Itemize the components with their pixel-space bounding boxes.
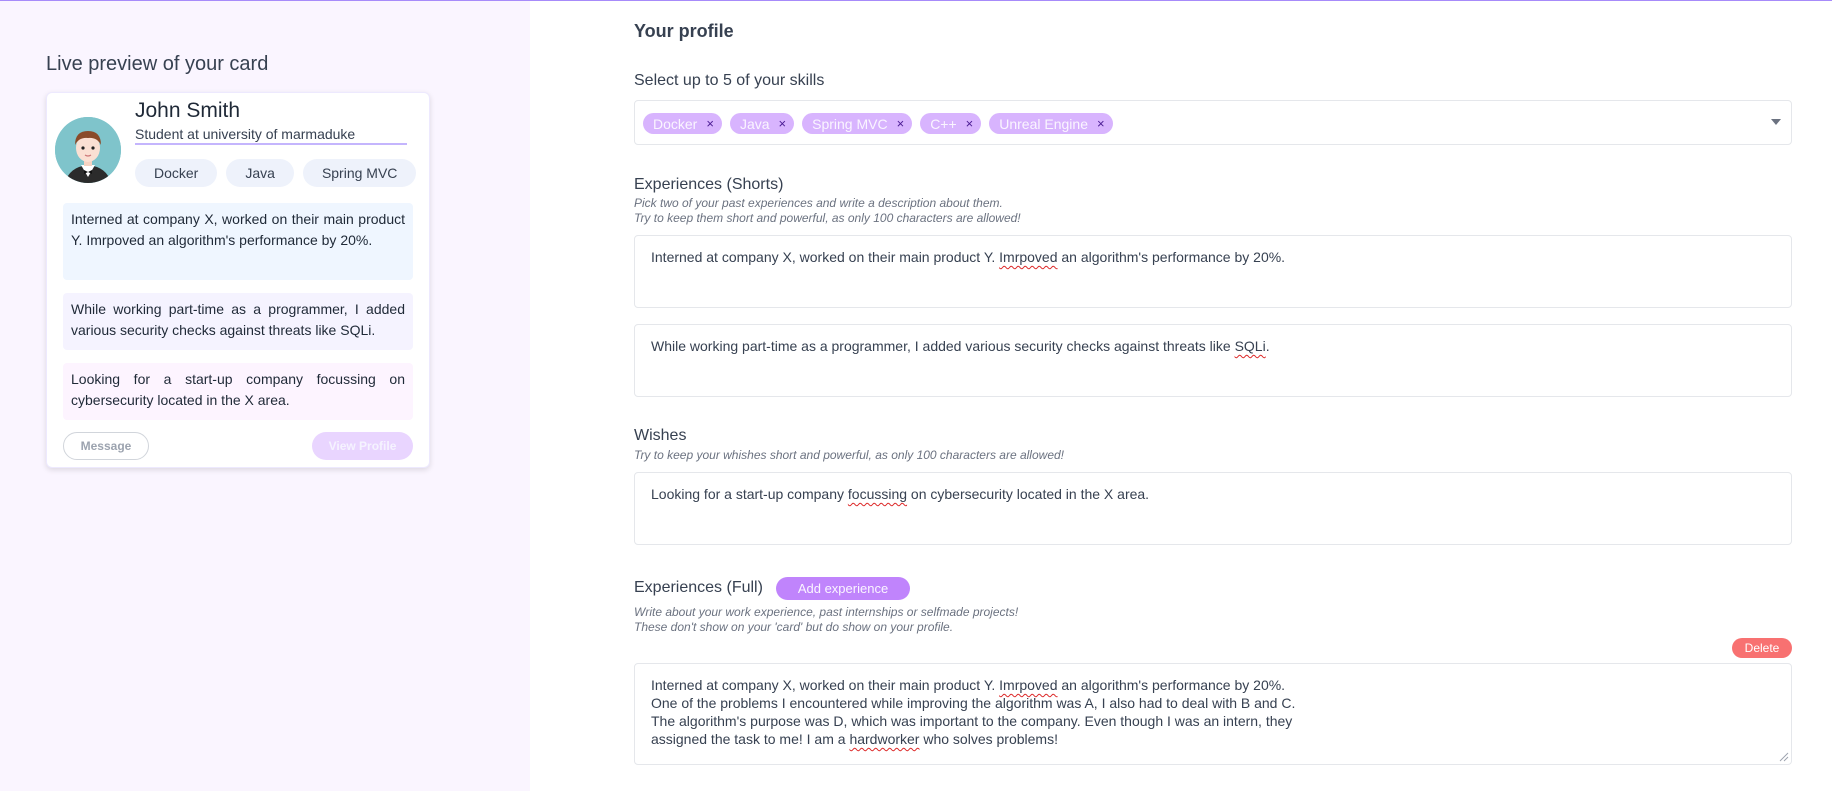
- text-segment: Interned at company X, worked on their m…: [651, 677, 1000, 693]
- skill-tag-docker: Docker ×: [643, 113, 722, 134]
- remove-skill-icon[interactable]: ×: [703, 116, 717, 131]
- avatar: [55, 117, 121, 183]
- shorts-label: Experiences (Shorts): [634, 176, 784, 193]
- card-tagline: Student at university of marmaduke: [135, 123, 407, 145]
- card-experience-2: While working part-time as a programmer,…: [63, 293, 413, 350]
- chevron-down-icon[interactable]: [1771, 119, 1781, 125]
- resize-handle-icon[interactable]: [1777, 750, 1789, 762]
- wishes-textarea[interactable]: Looking for a start-up company focussing…: [634, 472, 1792, 545]
- text-segment: Interned at company X, worked on their m…: [651, 249, 1000, 265]
- preview-title: Live preview of your card: [46, 53, 269, 75]
- misspelled-word: Imrpoved: [999, 249, 1058, 265]
- misspelled-word: focussing: [847, 486, 908, 502]
- full-hint-2: These don't show on your 'card' but do s…: [634, 620, 954, 634]
- wishes-label: Wishes: [634, 427, 687, 444]
- skill-tag-java: Java ×: [729, 113, 795, 134]
- text-segment: .: [1265, 338, 1270, 354]
- text-line: One of the problems I encountered while …: [651, 695, 1296, 711]
- misspelled-word: Imrpoved: [999, 677, 1058, 693]
- skills-multiselect[interactable]: Docker × Java × Spring MVC × C++ × Unrea…: [634, 100, 1792, 145]
- full-experiences-label: Experiences (Full): [634, 579, 763, 596]
- text-line: The algorithm's purpose was D, which was…: [651, 713, 1293, 729]
- add-experience-button[interactable]: Add experience: [776, 577, 910, 600]
- remove-skill-icon[interactable]: ×: [894, 116, 908, 131]
- skill-tag-label: Java: [739, 115, 770, 132]
- full-experience-textarea[interactable]: Interned at company X, worked on their m…: [634, 663, 1792, 765]
- message-button[interactable]: Message: [63, 432, 149, 460]
- skill-tag-label: Docker: [653, 115, 698, 132]
- skill-tag-cpp: C++ ×: [920, 113, 982, 134]
- text-segment: who solves problems!: [919, 731, 1058, 747]
- skill-tag-spring-mvc: Spring MVC ×: [802, 113, 913, 134]
- profile-card: John Smith Student at university of marm…: [46, 92, 430, 468]
- card-skill-chips: Docker Java Spring MVC: [135, 159, 417, 187]
- delete-experience-button[interactable]: Delete: [1732, 638, 1792, 658]
- full-hint-1: Write about your work experience, past i…: [634, 605, 1019, 619]
- skill-tag-label: Unreal Engine: [999, 115, 1088, 132]
- card-skill-chip: Java: [226, 159, 294, 187]
- remove-skill-icon[interactable]: ×: [776, 116, 790, 131]
- text-segment: an algorithm's performance by 20%.: [1057, 249, 1286, 265]
- text-line: assigned the task to me! I am a hardwork…: [651, 730, 1775, 748]
- misspelled-word: hardworker: [849, 731, 920, 747]
- text-segment: Looking for a start-up company: [651, 486, 848, 502]
- preview-panel: Live preview of your card John Smith Stu…: [0, 1, 530, 791]
- card-skill-chip: Spring MVC: [302, 159, 417, 187]
- card-wish: Looking for a start-up company focussing…: [63, 363, 413, 420]
- selected-skills: Docker × Java × Spring MVC × C++ × Unrea…: [643, 113, 1113, 134]
- card-skill-chip: Docker: [135, 159, 218, 187]
- wishes-hint: Try to keep your whishes short and power…: [634, 448, 1064, 462]
- page-title: Your profile: [634, 21, 734, 41]
- card-experience-1: Interned at company X, worked on their m…: [63, 203, 413, 280]
- skills-label: Select up to 5 of your skills: [634, 72, 825, 89]
- card-name: John Smith: [135, 99, 241, 122]
- shorts-hint-1: Pick two of your past experiences and wr…: [634, 196, 1003, 210]
- avatar-illustration-icon: [55, 117, 121, 183]
- view-profile-button[interactable]: View Profile: [312, 432, 413, 460]
- short-experience-1-textarea[interactable]: Interned at company X, worked on their m…: [634, 235, 1792, 308]
- short-experience-2-textarea[interactable]: While working part-time as a programmer,…: [634, 324, 1792, 397]
- remove-skill-icon[interactable]: ×: [963, 116, 977, 131]
- misspelled-word: SQLi: [1234, 338, 1266, 354]
- shorts-hint-2: Try to keep them short and powerful, as …: [634, 211, 1021, 225]
- text-segment: an algorithm's performance by 20%.: [1057, 677, 1286, 693]
- text-segment: While working part-time as a programmer,…: [651, 338, 1235, 354]
- text-line: Interned at company X, worked on their m…: [651, 676, 1775, 694]
- skill-tag-unreal-engine: Unreal Engine ×: [989, 113, 1113, 134]
- skill-tag-label: Spring MVC: [812, 115, 888, 132]
- text-segment: assigned the task to me! I am a: [651, 731, 850, 747]
- skill-tag-label: C++: [930, 115, 957, 132]
- remove-skill-icon[interactable]: ×: [1094, 116, 1108, 131]
- text-segment: on cybersecurity located in the X area.: [907, 486, 1150, 502]
